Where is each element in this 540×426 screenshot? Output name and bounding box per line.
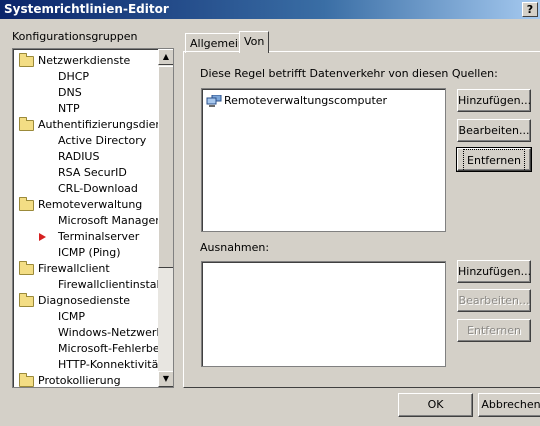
exceptions-remove-button[interactable]: Entfernen	[457, 319, 531, 342]
tree-item-label: DHCP	[58, 70, 90, 83]
exceptions-edit-button[interactable]: Bearbeiten...	[457, 289, 531, 312]
title-bar: Systemrichtlinien-Editor ?	[0, 0, 540, 19]
tree-item-label: Microsoft Management Console	[58, 214, 173, 227]
red-arrow-icon	[39, 233, 46, 241]
folder-icon	[19, 117, 34, 131]
sources-list[interactable]: Remoteverwaltungscomputer	[201, 88, 446, 232]
tree-item-label: Netzwerkdienste	[38, 54, 131, 67]
tree-item-label: Firewallclientinstallation	[58, 278, 173, 291]
window-title: Systemrichtlinien-Editor	[4, 2, 169, 16]
folder-icon	[19, 261, 34, 275]
tree-item-label: DNS	[58, 86, 82, 99]
tree-item-label: Windows-Netzwerk	[58, 326, 163, 339]
tree-item-label: Authentifizierungsdienste	[38, 118, 174, 131]
groups-label: Konfigurationsgruppen	[12, 30, 138, 43]
sources-edit-button[interactable]: Bearbeiten...	[457, 119, 531, 142]
exceptions-label: Ausnahmen:	[200, 241, 270, 254]
scroll-thumb[interactable]	[158, 66, 173, 268]
tree-item-label: Protokollierung	[38, 374, 121, 387]
tree-item-label: Remoteverwaltung	[38, 198, 143, 211]
folder-icon	[19, 373, 34, 387]
help-button[interactable]: ?	[522, 2, 538, 17]
tree-item-label: ICMP (Ping)	[58, 246, 121, 259]
tree-item-label: NTP	[58, 102, 80, 115]
sources-label: Diese Regel betrifft Datenverkehr von di…	[200, 67, 498, 80]
tree-item-label: CRL-Download	[58, 182, 138, 195]
exceptions-add-button[interactable]: Hinzufügen...	[457, 260, 531, 283]
scroll-down-icon[interactable]: ▼	[158, 371, 173, 387]
tree-item-label: RADIUS	[58, 150, 100, 163]
tree-item-label: RSA SecurID	[58, 166, 127, 179]
tree-item-label: Active Directory	[58, 134, 147, 147]
tree-item-label: Diagnosedienste	[38, 294, 131, 307]
groups-tree[interactable]: Netzwerkdienste DHCP DNS NTP Authentifiz…	[12, 48, 174, 388]
tree-item-label: Microsoft-Fehlerberichterstattung	[58, 342, 173, 355]
sources-remove-button[interactable]: Entfernen	[456, 147, 532, 172]
sources-remove-label: Entfernen	[463, 149, 525, 172]
tree-item-label: ICMP	[58, 310, 86, 323]
folder-icon	[19, 197, 34, 211]
list-item-label: Remoteverwaltungscomputer	[224, 94, 388, 107]
tree-item-label: Firewallclient	[38, 262, 110, 275]
scroll-up-icon[interactable]: ▲	[158, 49, 173, 65]
ok-button[interactable]: OK	[398, 393, 473, 417]
folder-icon	[19, 53, 34, 67]
tab-von[interactable]: Von	[239, 31, 270, 53]
computer-group-icon	[206, 95, 222, 107]
tree-item-label: HTTP-Konnektivitätsüberprüfung	[58, 358, 173, 371]
exceptions-list[interactable]	[201, 261, 446, 367]
tree-scrollbar[interactable]: ▲ ▼	[158, 49, 173, 387]
folder-icon	[19, 293, 34, 307]
cancel-button[interactable]: Abbrechen	[478, 393, 540, 417]
tree-item-label: Terminalserver	[58, 230, 140, 243]
sources-add-button[interactable]: Hinzufügen...	[457, 89, 531, 112]
